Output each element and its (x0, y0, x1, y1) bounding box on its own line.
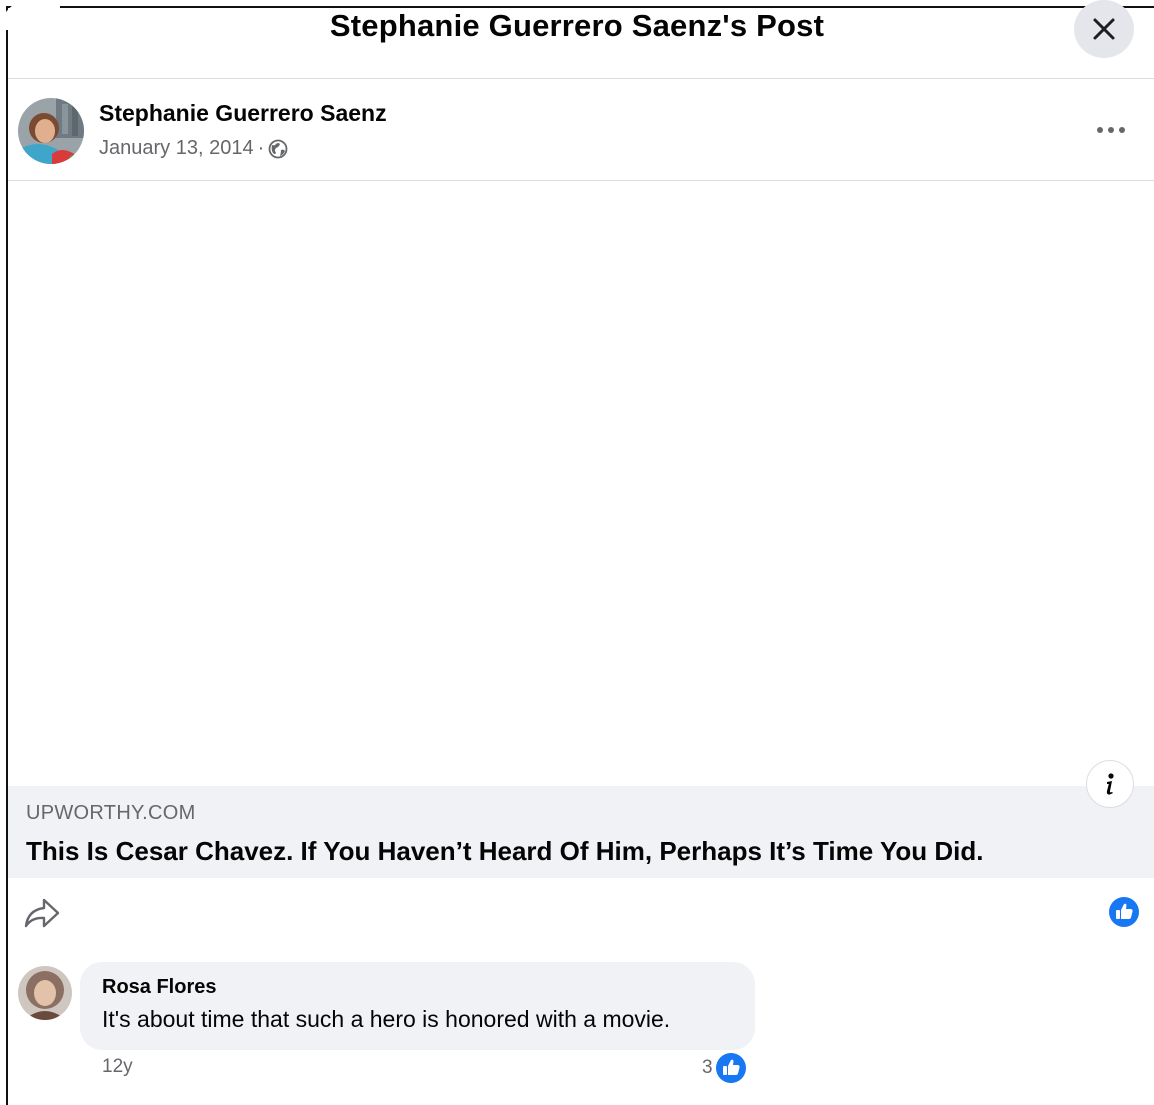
share-button[interactable] (22, 894, 62, 932)
comment-author[interactable]: Rosa Flores (102, 976, 216, 999)
like-icon (715, 1053, 746, 1083)
comment-avatar[interactable] (18, 966, 72, 1020)
post-meta: January 13, 2014 · (99, 137, 288, 160)
more-icon (1097, 127, 1125, 133)
close-button[interactable] (1074, 0, 1134, 58)
share-icon (24, 898, 60, 928)
link-preview[interactable]: UPWORTHY.COM This Is Cesar Chavez. If Yo… (8, 786, 1154, 878)
post-date[interactable]: January 13, 2014 (99, 137, 254, 160)
comment-bubble: Rosa Flores It's about time that such a … (80, 962, 755, 1050)
link-domain: UPWORTHY.COM (26, 802, 196, 824)
globe-icon (268, 139, 288, 158)
like-icon (1109, 897, 1139, 927)
post-reactions[interactable] (1108, 896, 1140, 928)
post-header-divider (8, 180, 1154, 181)
post-options-button[interactable] (1092, 118, 1130, 142)
link-info-button[interactable] (1086, 760, 1134, 808)
link-preview-image[interactable] (8, 182, 1154, 786)
comment-text: It's about time that such a hero is hono… (102, 1006, 671, 1032)
close-icon (1093, 18, 1115, 40)
dialog-title: Stephanie Guerrero Saenz's Post (329, 8, 825, 43)
post-author[interactable]: Stephanie Guerrero Saenz (99, 100, 387, 127)
comment-reaction-count: 3 (702, 1057, 713, 1078)
comment-timestamp[interactable]: 12y (102, 1056, 133, 1078)
comment-reactions[interactable]: 3 (702, 1052, 747, 1084)
info-icon (1106, 773, 1114, 795)
meta-separator: · (257, 137, 265, 159)
author-avatar[interactable] (18, 98, 84, 164)
header-divider (8, 78, 1154, 79)
link-title[interactable]: This Is Cesar Chavez. If You Haven’t Hea… (26, 836, 983, 867)
dialog-header: Stephanie Guerrero Saenz's Post (0, 0, 1154, 78)
